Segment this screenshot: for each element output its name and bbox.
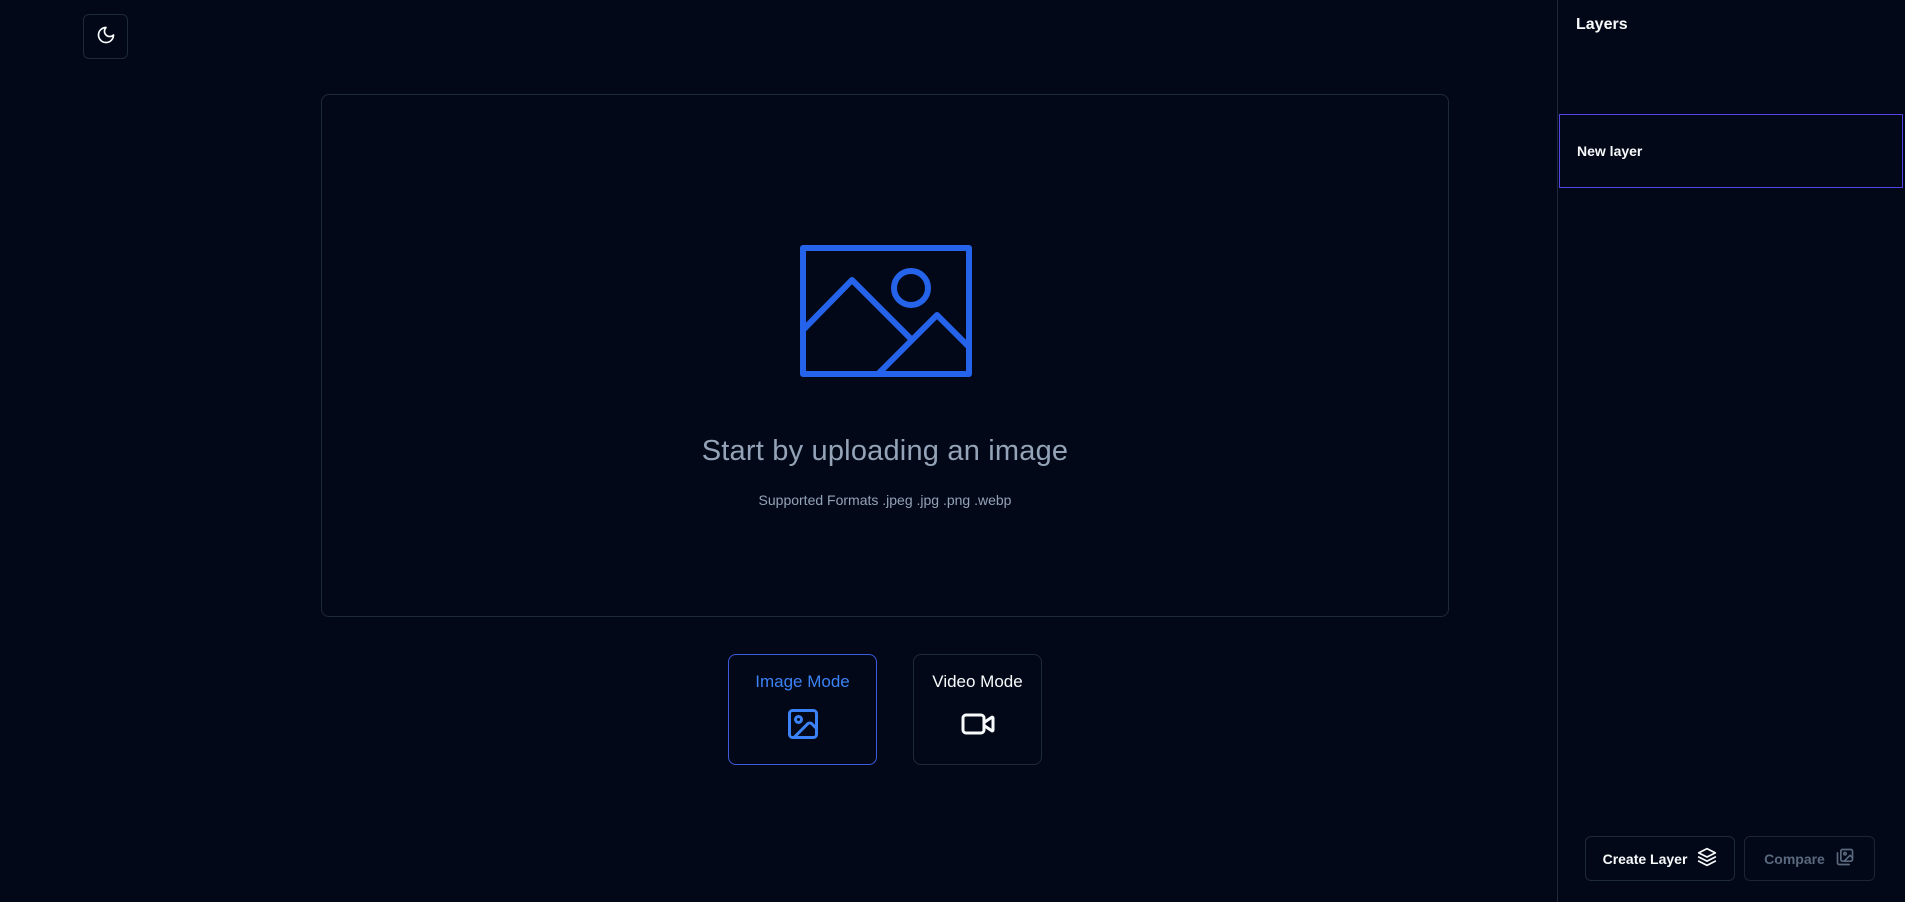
layers-sidebar: Layers New layer Create Layer Compare [1557, 0, 1905, 902]
theme-toggle-button[interactable] [83, 14, 128, 59]
compare-image-icon [1835, 847, 1855, 870]
layer-item-label: New layer [1577, 143, 1643, 159]
image-placeholder-icon [800, 245, 972, 382]
sidebar-title: Layers [1576, 16, 1628, 33]
layers-icon [1697, 847, 1717, 870]
video-camera-icon [959, 706, 997, 747]
image-mode-button[interactable]: Image Mode [728, 654, 877, 765]
create-layer-label: Create Layer [1602, 850, 1688, 867]
image-upload-dropzone[interactable]: Start by uploading an image Supported Fo… [321, 94, 1449, 617]
video-mode-label: Video Mode [932, 672, 1023, 691]
layer-item[interactable]: New layer [1559, 114, 1903, 188]
app-root: Start by uploading an image Supported Fo… [0, 0, 1905, 902]
image-mode-label: Image Mode [755, 672, 850, 691]
compare-label: Compare [1764, 850, 1825, 867]
upload-title: Start by uploading an image [701, 435, 1069, 467]
image-icon [785, 706, 821, 747]
compare-button[interactable]: Compare [1744, 836, 1875, 881]
create-layer-button[interactable]: Create Layer [1585, 836, 1735, 881]
video-mode-button[interactable]: Video Mode [913, 654, 1042, 765]
supported-formats-text: Supported Formats .jpeg .jpg .png .webp [758, 492, 1012, 508]
moon-icon [96, 25, 116, 48]
